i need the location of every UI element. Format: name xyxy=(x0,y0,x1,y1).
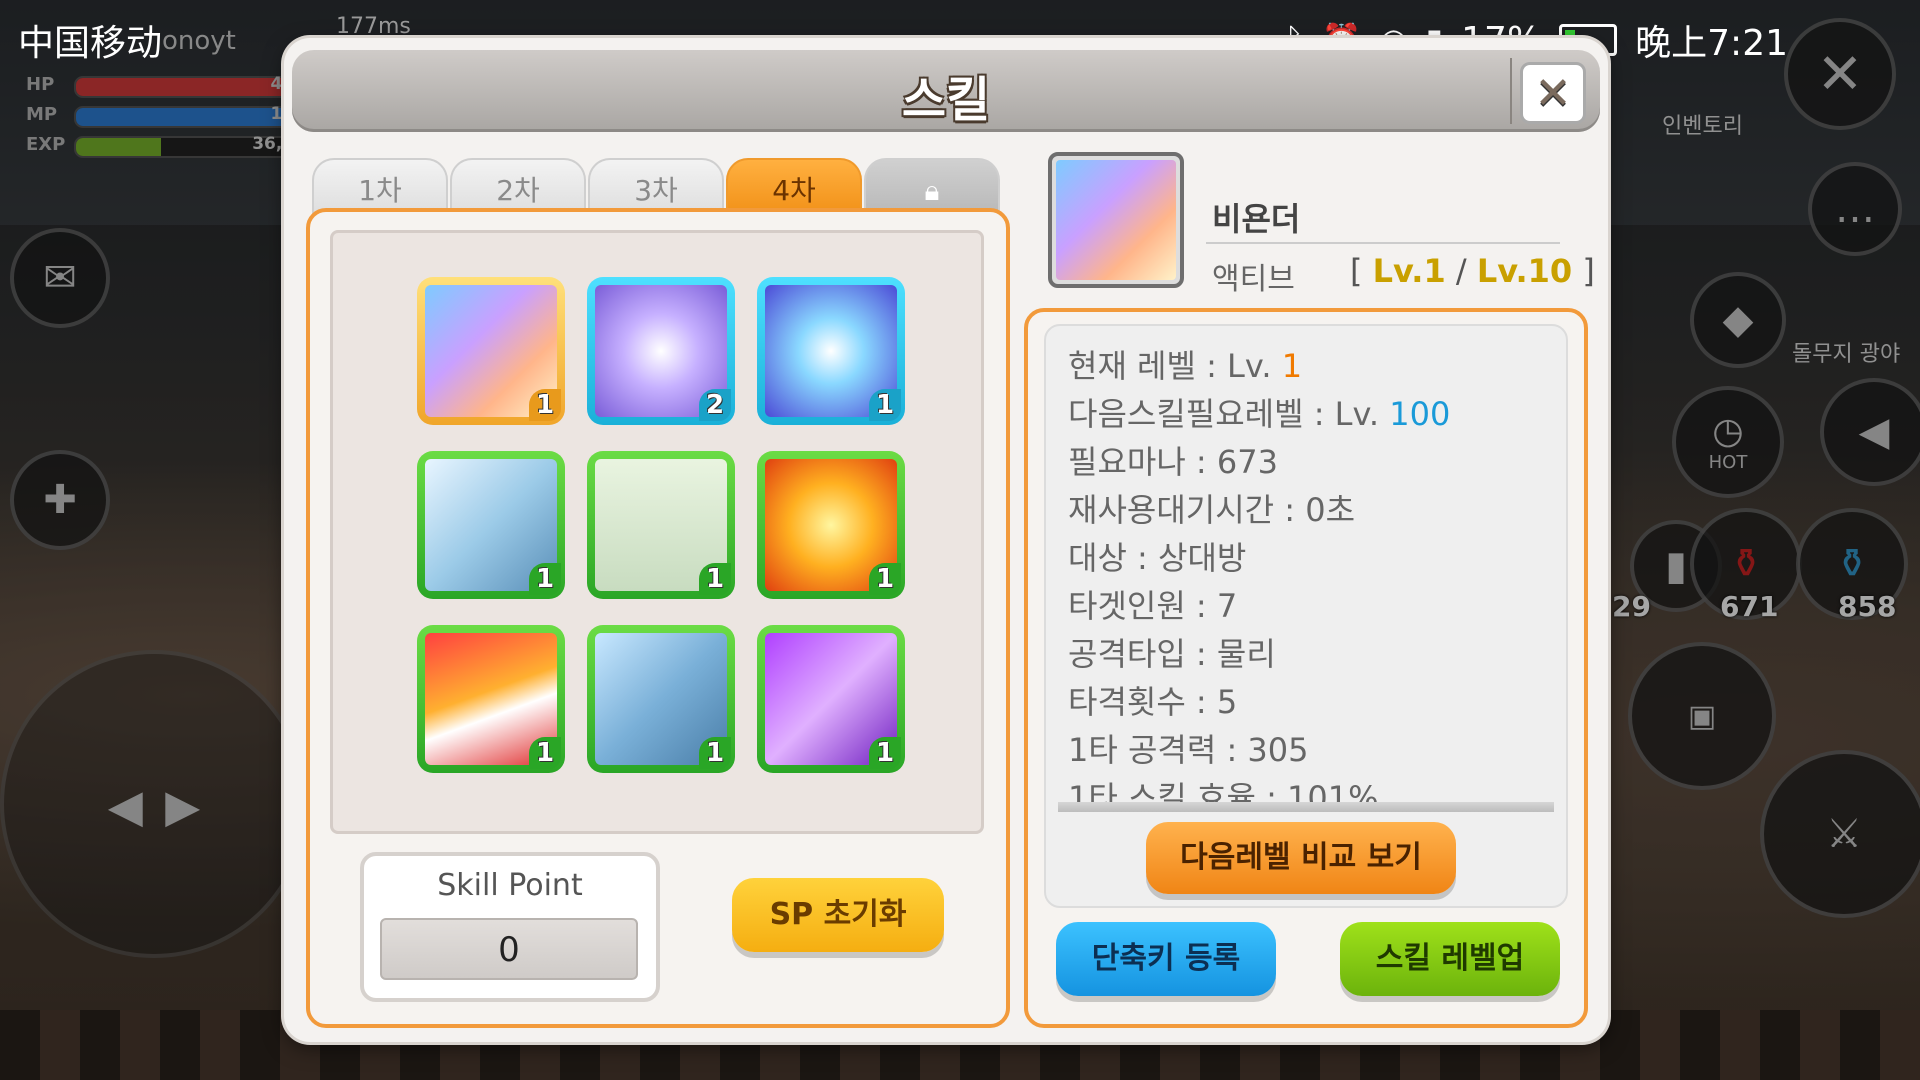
close-icon: ✕ xyxy=(1534,67,1572,119)
skill-slot-9[interactable]: 1 xyxy=(757,625,905,773)
info-mana-cost: 필요마나 : 673 xyxy=(1068,443,1278,481)
skill-level-range: [ Lv.1 / Lv.10 ] xyxy=(1350,252,1595,290)
skill-info-box[interactable]: 현재 레벨 : Lv. 1 다음스킬필요레벨 : Lv. 100 필요마나 : … xyxy=(1044,324,1568,908)
skill-info-panel: 현재 레벨 : Lv. 1 다음스킬필요레벨 : Lv. 100 필요마나 : … xyxy=(1024,308,1588,1028)
skill-point-label: Skill Point xyxy=(437,868,583,903)
lv-current: Lv.1 xyxy=(1372,252,1446,290)
skill-slot-6[interactable]: 1 xyxy=(757,451,905,599)
skill-level-badge: 1 xyxy=(869,737,901,769)
info-attack-type: 공격타입 : 물리 xyxy=(1068,635,1276,673)
dialog-titlebar: 스킬 ✕ xyxy=(292,50,1600,132)
sp-reset-button[interactable]: SP 초기화 xyxy=(732,878,944,952)
skill-level-badge: 1 xyxy=(529,389,561,421)
selected-skill-type: 액티브 xyxy=(1212,262,1295,297)
skill-level-badge: 1 xyxy=(869,563,901,595)
info-target: 대상 : 상대방 xyxy=(1068,539,1247,577)
info-scroll-edge xyxy=(1058,802,1554,812)
skill-level-badge: 1 xyxy=(529,737,561,769)
skill-dialog: 스킬 ✕ 1차 2차 3차 4차 🔒︎ 1 2 1 1 1 1 1 1 1 Sk… xyxy=(284,38,1608,1042)
lv-separator: / xyxy=(1455,252,1467,290)
register-hotkey-button[interactable]: 단축키 등록 xyxy=(1056,922,1276,996)
info-cooldown: 재사용대기시간 : 0초 xyxy=(1068,491,1356,529)
skill-levelup-button[interactable]: 스킬 레벨업 xyxy=(1340,922,1560,996)
lv-bracket-close: ] xyxy=(1582,252,1595,290)
info-target-count: 타겟인원 : 7 xyxy=(1068,587,1238,625)
lv-bracket-open: [ xyxy=(1350,252,1363,290)
skill-point-value: 0 xyxy=(380,918,638,980)
skill-slot-3[interactable]: 1 xyxy=(757,277,905,425)
selected-skill-name: 비욘더 xyxy=(1212,200,1301,238)
info-hit-count: 타격횟수 : 5 xyxy=(1068,683,1238,721)
lock-icon: 🔒︎ xyxy=(924,174,940,207)
skill-level-badge: 1 xyxy=(699,737,731,769)
skill-slot-8[interactable]: 1 xyxy=(587,625,735,773)
skill-slot-4[interactable]: 1 xyxy=(417,451,565,599)
skill-slot-1[interactable]: 1 xyxy=(417,277,565,425)
skill-level-badge: 1 xyxy=(869,389,901,421)
skill-grid: 1 2 1 1 1 1 1 1 1 xyxy=(330,230,984,834)
skill-level-badge: 2 xyxy=(699,389,731,421)
selected-skill-icon xyxy=(1048,152,1184,288)
ping-indicator: 177ms xyxy=(336,14,411,39)
titlebar-divider xyxy=(1510,58,1512,124)
dialog-title: 스킬 xyxy=(901,72,991,128)
skill-name-divider xyxy=(1206,242,1560,244)
skill-point-box: Skill Point 0 xyxy=(360,852,660,1002)
lv-max: Lv.10 xyxy=(1476,252,1573,290)
skill-level-badge: 1 xyxy=(529,563,561,595)
info-next-required-level: 다음스킬필요레벨 : Lv. 100 xyxy=(1068,395,1451,433)
info-damage: 1타 공격력 : 305 xyxy=(1068,731,1309,769)
skill-icon-beyonder-large xyxy=(1056,160,1176,280)
skill-slot-7[interactable]: 1 xyxy=(417,625,565,773)
player-name: onoyt xyxy=(162,26,236,56)
skill-list-panel: 1 2 1 1 1 1 1 1 1 Skill Point 0 SP 초기화 xyxy=(306,208,1010,1028)
skill-level-badge: 1 xyxy=(699,563,731,595)
skill-slot-2[interactable]: 2 xyxy=(587,277,735,425)
clock-time: 晚上7:21 xyxy=(1635,23,1788,64)
carrier-name: 中国移动 xyxy=(18,23,163,64)
skill-slot-5[interactable]: 1 xyxy=(587,451,735,599)
skill-info-list: 현재 레벨 : Lv. 1 다음스킬필요레벨 : Lv. 100 필요마나 : … xyxy=(1068,342,1548,812)
info-current-level: 현재 레벨 : Lv. 1 xyxy=(1068,347,1303,385)
close-button[interactable]: ✕ xyxy=(1520,62,1586,124)
compare-next-level-button[interactable]: 다음레벨 비교 보기 xyxy=(1146,822,1456,894)
